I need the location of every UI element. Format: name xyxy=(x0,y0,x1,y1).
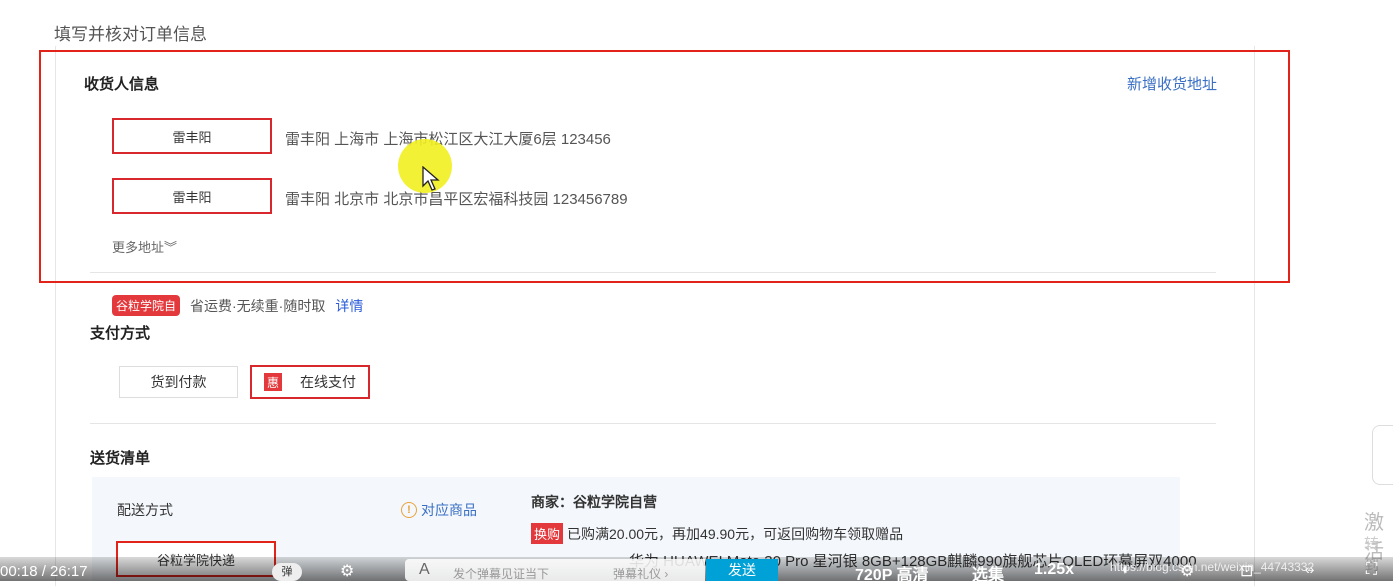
danmaku-rules-link[interactable]: 弹幕礼仪 › xyxy=(613,565,668,582)
side-widget[interactable] xyxy=(1372,425,1393,485)
address-detail-1: 雷丰阳 上海市 上海市松江区大江大厦6层 123456 xyxy=(285,131,611,148)
url-watermark: https://blog.csdn.net/weixin_44743332 xyxy=(1110,560,1315,574)
video-player-bar: 00:18 / 26:17 弹 ⚙ A 发个弹幕见证当下 弹幕礼仪 › 发送 7… xyxy=(0,557,1393,584)
exchange-text: 已购满20.00元，再加49.90元，可返回购物车领取赠品 xyxy=(567,525,904,542)
mouse-pointer-icon xyxy=(422,166,440,191)
delivery-title: 送货清单 xyxy=(90,450,151,467)
divider xyxy=(90,272,1216,273)
seller-label: 商家：谷粒学院自营 xyxy=(531,494,657,510)
cash-on-delivery-button[interactable]: 货到付款 xyxy=(119,366,238,398)
pip-icon[interactable]: ⊡ xyxy=(1240,561,1253,581)
address-select-button-2[interactable]: 雷丰阳 xyxy=(112,178,272,214)
online-payment-label: 在线支付 xyxy=(300,374,356,390)
volume-icon[interactable]: ◖ xyxy=(1120,561,1130,579)
speed-selector[interactable]: 1.25x xyxy=(1034,561,1074,579)
widescreen-icon[interactable]: ‹› xyxy=(1305,561,1314,577)
video-time: 00:18 / 26:17 xyxy=(0,563,88,580)
address-select-button-1[interactable]: 雷丰阳 xyxy=(112,118,272,154)
receiver-section-frame xyxy=(39,50,1290,283)
more-addresses-link[interactable]: 更多地址︾ xyxy=(112,237,177,256)
add-address-link[interactable]: 新增收货地址 xyxy=(1127,73,1217,94)
quality-selector[interactable]: 720P 高清 xyxy=(855,561,929,585)
self-pickup-badge: 谷粒学院自 xyxy=(112,295,181,316)
exchange-badge: 换购 xyxy=(531,523,564,544)
corresponding-items[interactable]: ! 对应商品 xyxy=(401,500,477,520)
discount-tag: 惠 xyxy=(264,373,282,391)
divider xyxy=(90,423,1216,424)
corresponding-items-link[interactable]: 对应商品 xyxy=(421,500,477,520)
send-danmaku-button[interactable]: 发送 xyxy=(706,559,778,581)
danmaku-toggle[interactable]: 弹 xyxy=(272,563,302,581)
fullscreen-icon[interactable]: ⛶ xyxy=(1366,561,1377,579)
pickup-promo: 谷粒学院自 省运费·无续重·随时取 详情 xyxy=(112,295,363,316)
danmaku-font-icon[interactable]: A xyxy=(419,561,430,579)
address-detail-2: 雷丰阳 北京市 北京市昌平区宏福科技园 123456789 xyxy=(285,191,628,208)
shipping-method-label: 配送方式 xyxy=(117,502,173,518)
promo-details-link[interactable]: 详情 xyxy=(335,296,363,316)
online-payment-button[interactable]: 惠 在线支付 xyxy=(250,365,370,399)
settings-icon[interactable]: ⚙ xyxy=(1180,561,1194,581)
page-title: 填写并核对订单信息 xyxy=(54,25,207,44)
promo-text: 省运费·无续重·随时取 xyxy=(190,297,326,314)
danmaku-input[interactable]: A 发个弹幕见证当下 弹幕礼仪 › xyxy=(405,559,705,581)
payment-title: 支付方式 xyxy=(90,325,151,342)
danmaku-placeholder: 发个弹幕见证当下 xyxy=(453,567,550,581)
episodes-button[interactable]: 选集 xyxy=(972,561,1004,585)
danmaku-settings-icon[interactable]: ⚙ xyxy=(340,561,354,581)
exchange-promo: 换购 已购满20.00元，再加49.90元，可返回购物车领取赠品 xyxy=(531,523,903,544)
receiver-title: 收货人信息 xyxy=(84,76,160,93)
info-icon: ! xyxy=(401,502,417,518)
